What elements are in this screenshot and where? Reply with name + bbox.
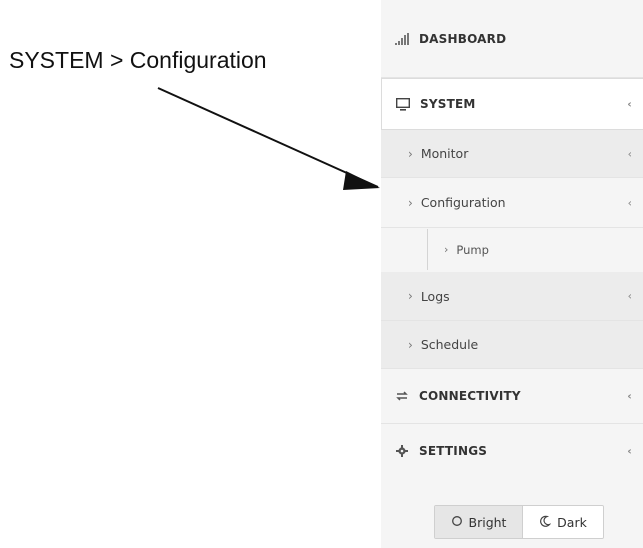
chevron-right-icon: › xyxy=(444,243,449,256)
sidebar-item-label: Pump xyxy=(456,242,489,257)
chevron-right-icon: › xyxy=(408,146,413,161)
chevron-left-icon: ‹ xyxy=(627,444,632,457)
chevron-left-icon: ‹ xyxy=(627,196,632,209)
sidebar-item-settings[interactable]: SETTINGS ‹ xyxy=(381,424,643,477)
chevron-left-icon: ‹ xyxy=(627,289,632,303)
bright-theme-button[interactable]: Bright xyxy=(435,506,523,538)
sidebar-item-label: SYSTEM xyxy=(420,97,476,111)
chevron-left-icon: ‹ xyxy=(627,147,632,160)
sidebar-item-label: Logs xyxy=(420,288,450,304)
chevron-left-icon: ‹ xyxy=(627,97,632,111)
sidebar-item-configuration[interactable]: › Configuration ‹ xyxy=(381,178,643,228)
sidebar-item-label: DASHBOARD xyxy=(419,31,507,46)
annotation-label: SYSTEM > Configuration xyxy=(9,47,267,73)
moon-icon xyxy=(539,515,552,530)
chevron-right-icon: › xyxy=(408,337,413,352)
sidebar-item-monitor[interactable]: › Monitor ‹ xyxy=(381,130,643,178)
chevron-right-icon: › xyxy=(408,195,413,210)
dark-label: Dark xyxy=(557,514,587,530)
sidebar-item-logs[interactable]: › Logs ‹ xyxy=(381,272,643,321)
sidebar-item-pump[interactable]: › Pump xyxy=(427,229,643,270)
sidebar-item-label: Configuration xyxy=(420,195,506,210)
sidebar-item-label: Monitor xyxy=(420,146,469,161)
sun-icon xyxy=(451,515,463,530)
sidebar-item-label: SETTINGS xyxy=(419,443,488,458)
sidebar-item-schedule[interactable]: › Schedule xyxy=(381,321,643,369)
bright-label: Bright xyxy=(468,514,507,530)
connectivity-icon xyxy=(394,390,410,402)
sidebar: DASHBOARD SYSTEM ‹ › Monitor ‹ › Configu… xyxy=(381,0,643,548)
arrow-head xyxy=(343,171,380,190)
sidebar-item-label: Schedule xyxy=(420,337,479,352)
theme-toggle: Bright Dark xyxy=(434,505,604,539)
signal-bars-icon xyxy=(394,32,410,45)
sidebar-item-connectivity[interactable]: CONNECTIVITY ‹ xyxy=(381,369,643,424)
monitor-icon xyxy=(395,97,411,111)
chevron-left-icon: ‹ xyxy=(627,389,632,403)
sidebar-item-system[interactable]: SYSTEM ‹ xyxy=(381,78,643,130)
dark-theme-button[interactable]: Dark xyxy=(523,506,603,538)
sidebar-item-label: CONNECTIVITY xyxy=(419,389,521,403)
chevron-right-icon: › xyxy=(408,289,413,303)
sidebar-item-dashboard[interactable]: DASHBOARD xyxy=(381,0,643,78)
gear-icon xyxy=(394,444,410,457)
arrow-line xyxy=(157,87,379,188)
